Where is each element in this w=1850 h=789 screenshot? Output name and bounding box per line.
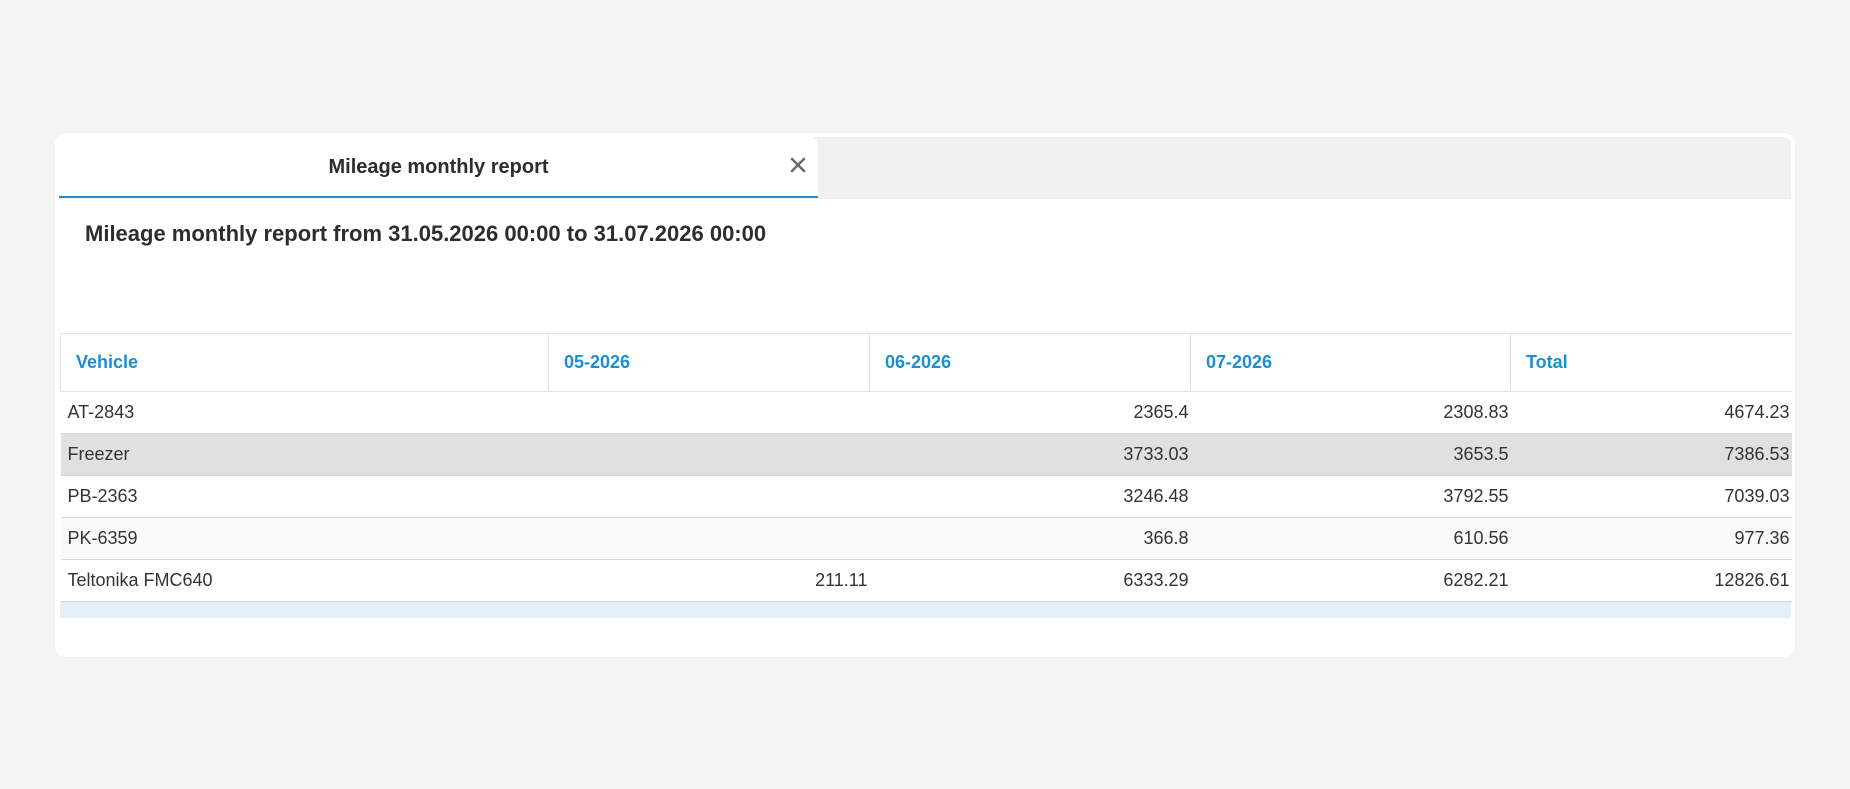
cell-05-2026 — [548, 391, 870, 434]
cell-total: 4674.23 — [1510, 391, 1792, 434]
close-icon[interactable] — [784, 151, 812, 179]
table-footer-row — [60, 602, 1791, 618]
cell-06-2026: 2365.4 — [869, 391, 1191, 434]
tab-label: Mileage monthly report — [328, 156, 549, 178]
report-title: Mileage monthly report from 31.05.2026 0… — [85, 221, 767, 246]
cell-total: 977.36 — [1510, 517, 1792, 560]
table-row[interactable]: Freezer 3733.03 3653.5 7386.53 — [60, 433, 1792, 476]
cell-06-2026: 3246.48 — [869, 475, 1191, 518]
cell-vehicle: Freezer — [60, 433, 549, 476]
column-header-07-2026[interactable]: 07-2026 — [1190, 333, 1511, 392]
column-header-06-2026[interactable]: 06-2026 — [869, 333, 1191, 392]
cell-05-2026 — [548, 517, 870, 560]
column-header-vehicle[interactable]: Vehicle — [60, 333, 549, 392]
cell-vehicle: Teltonika FMC640 — [60, 559, 549, 602]
table-header-row: Vehicle 05-2026 06-2026 07-2026 Total — [60, 333, 1792, 392]
cell-05-2026 — [548, 433, 870, 476]
table-row[interactable]: Teltonika FMC640 211.11 6333.29 6282.21 … — [60, 559, 1792, 602]
column-header-05-2026[interactable]: 05-2026 — [548, 333, 870, 392]
table-row[interactable]: PB-2363 3246.48 3792.55 7039.03 — [60, 475, 1792, 518]
cell-vehicle: PB-2363 — [60, 475, 549, 518]
cell-07-2026: 610.56 — [1190, 517, 1511, 560]
report-panel: Mileage monthly report Mileage monthly r… — [55, 133, 1795, 657]
cell-07-2026: 6282.21 — [1190, 559, 1511, 602]
cell-06-2026: 3733.03 — [869, 433, 1191, 476]
column-header-total[interactable]: Total — [1510, 333, 1792, 392]
cell-vehicle: PK-6359 — [60, 517, 549, 560]
cell-05-2026: 211.11 — [548, 559, 870, 602]
tab-mileage-monthly-report[interactable]: Mileage monthly report — [59, 137, 818, 198]
cell-05-2026 — [548, 475, 870, 518]
report-table: Vehicle 05-2026 06-2026 07-2026 Total AT… — [60, 333, 1792, 602]
cell-total: 7386.53 — [1510, 433, 1792, 476]
cell-07-2026: 3653.5 — [1190, 433, 1511, 476]
table-row[interactable]: PK-6359 366.8 610.56 977.36 — [60, 517, 1792, 560]
cell-07-2026: 2308.83 — [1190, 391, 1511, 434]
cell-07-2026: 3792.55 — [1190, 475, 1511, 518]
cell-06-2026: 366.8 — [869, 517, 1191, 560]
report-table-container: Vehicle 05-2026 06-2026 07-2026 Total AT… — [60, 333, 1792, 618]
cell-vehicle: AT-2843 — [60, 391, 549, 434]
table-row[interactable]: AT-2843 2365.4 2308.83 4674.23 — [60, 391, 1792, 434]
cell-total: 12826.61 — [1510, 559, 1792, 602]
cell-06-2026: 6333.29 — [869, 559, 1191, 602]
cell-total: 7039.03 — [1510, 475, 1792, 518]
tab-bar: Mileage monthly report — [59, 137, 1791, 199]
